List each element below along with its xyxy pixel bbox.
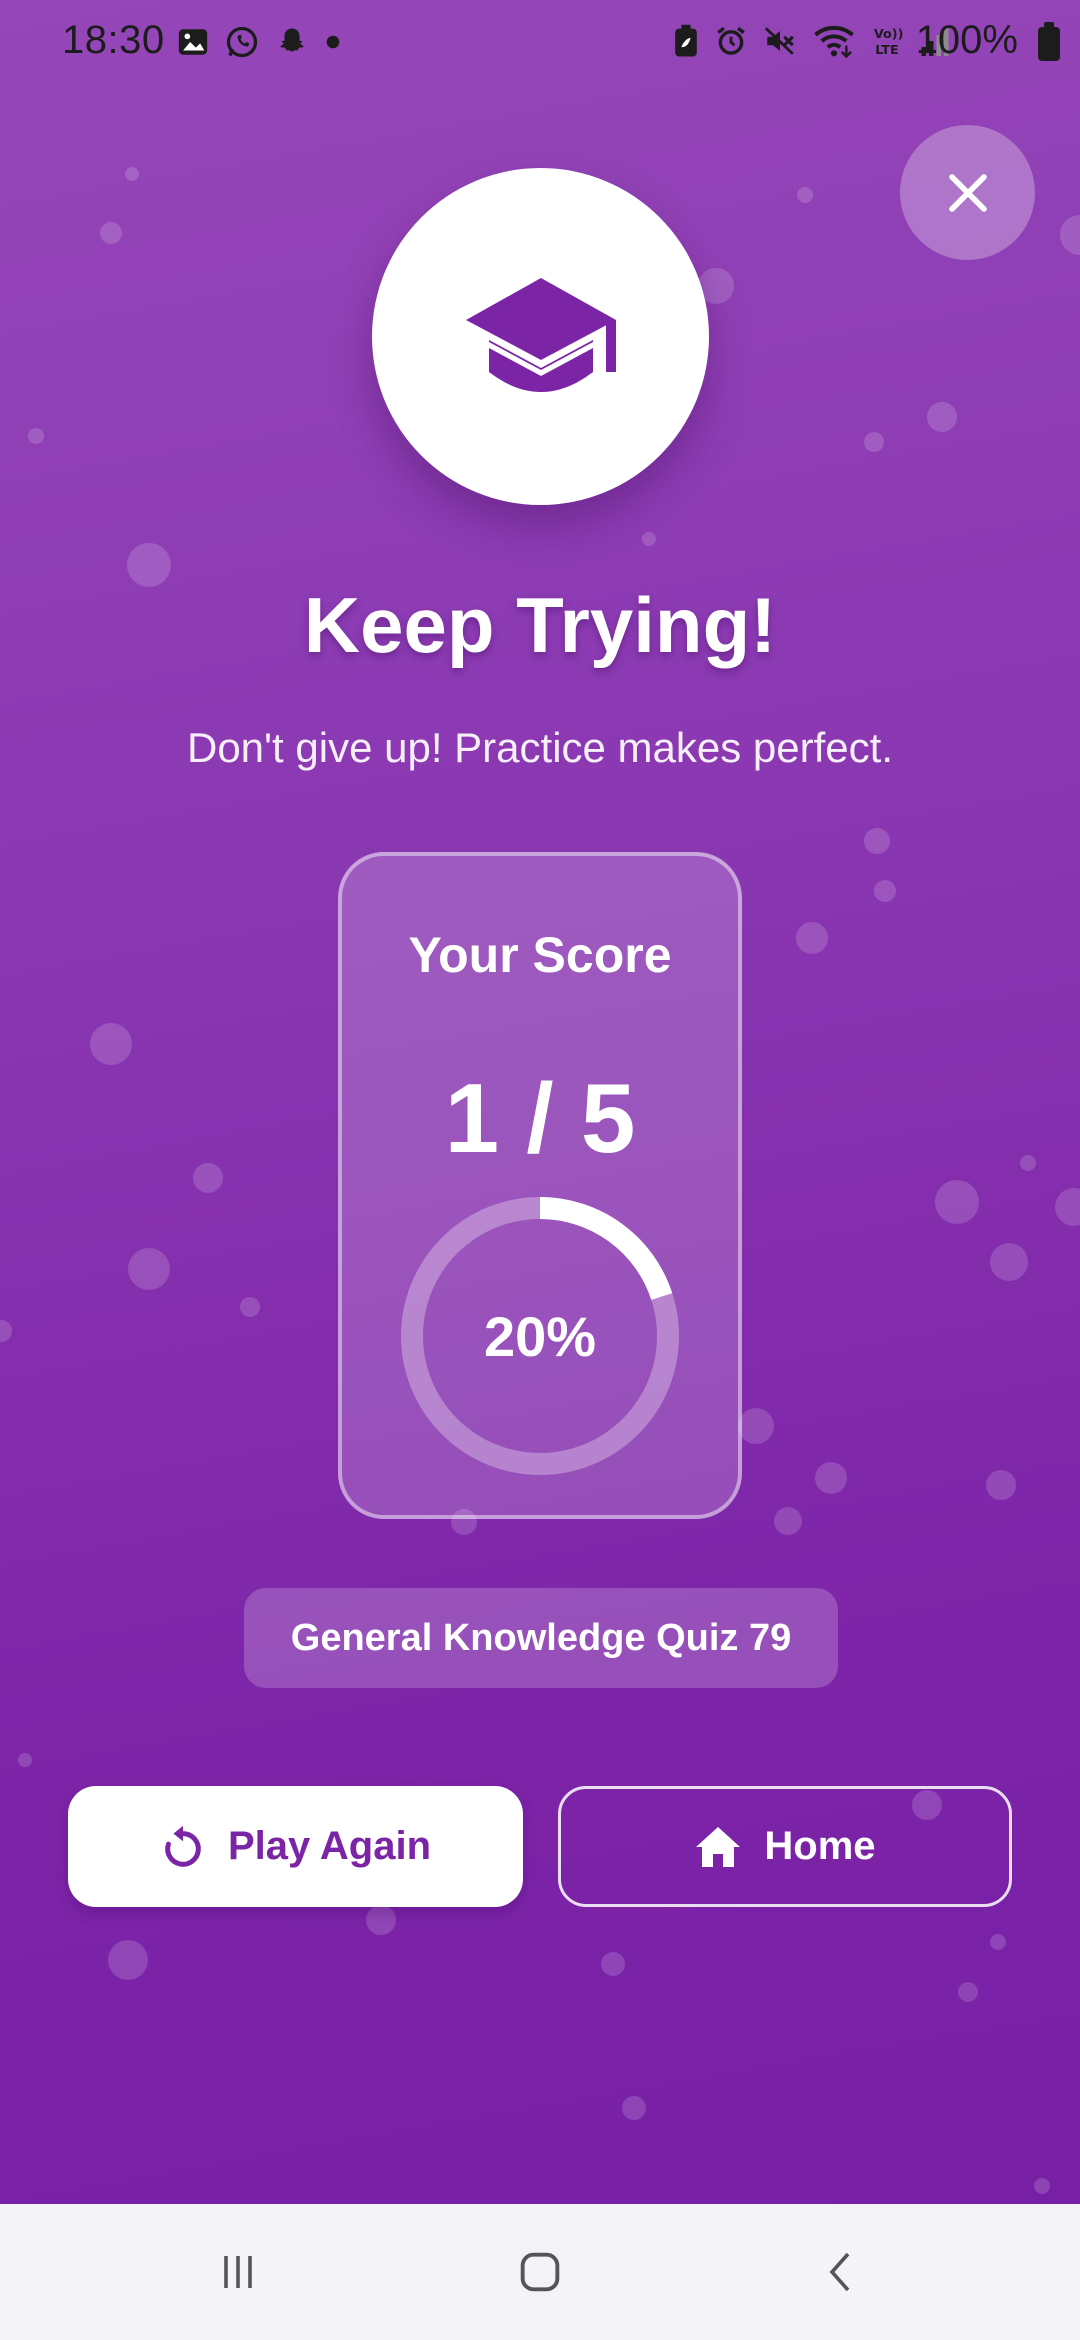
alarm-icon bbox=[717, 26, 745, 55]
home-icon bbox=[696, 1826, 741, 1867]
decor-bubble bbox=[864, 432, 884, 452]
score-percent: 20% bbox=[483, 1304, 597, 1368]
close-icon bbox=[948, 173, 987, 212]
recent-apps-button[interactable] bbox=[168, 2204, 308, 2340]
score-label: Your Score bbox=[408, 927, 672, 983]
score-card: Your Score 1 / 5 20% bbox=[338, 852, 742, 1519]
notification-icons bbox=[176, 24, 342, 60]
play-again-button[interactable]: Play Again bbox=[68, 1786, 523, 1907]
decor-bubble bbox=[622, 2096, 646, 2120]
quiz-name: General Knowledge Quiz 79 bbox=[290, 1616, 792, 1659]
system-icons: Vo)) LTE bbox=[672, 24, 950, 58]
status-bar: 18:30 Vo)) LTE 100% bbox=[0, 0, 1080, 90]
decor-bubble bbox=[990, 1243, 1028, 1281]
close-button[interactable] bbox=[900, 125, 1035, 260]
decor-bubble bbox=[815, 1462, 847, 1494]
volte-icon: Vo))LTE bbox=[874, 27, 904, 58]
decor-bubble bbox=[796, 922, 828, 954]
decor-bubble bbox=[125, 167, 139, 181]
result-icon-circle bbox=[372, 168, 709, 505]
decor-bubble bbox=[108, 1940, 148, 1980]
decor-bubble bbox=[1055, 1188, 1080, 1226]
decor-bubble bbox=[774, 1507, 802, 1535]
decor-bubble bbox=[240, 1297, 260, 1317]
decor-bubble bbox=[874, 880, 896, 902]
decor-bubble bbox=[986, 1470, 1016, 1500]
recent-apps-icon bbox=[224, 2256, 252, 2288]
replay-icon bbox=[165, 1825, 201, 1867]
back-button[interactable] bbox=[772, 2204, 912, 2340]
wifi-icon bbox=[814, 25, 854, 58]
decor-bubble bbox=[366, 1905, 396, 1935]
home-label: Home bbox=[764, 1824, 876, 1868]
home-button[interactable]: Home bbox=[558, 1786, 1012, 1907]
decor-bubble bbox=[1034, 2178, 1050, 2194]
home-nav-button[interactable] bbox=[470, 2204, 610, 2340]
status-time: 18:30 bbox=[62, 18, 165, 62]
decor-bubble bbox=[90, 1023, 132, 1065]
svg-text:Vo)): Vo)) bbox=[874, 27, 904, 42]
decor-bubble bbox=[0, 1320, 12, 1342]
decor-bubble bbox=[864, 828, 890, 854]
decor-bubble bbox=[18, 1753, 32, 1767]
decor-bubble bbox=[128, 1248, 170, 1290]
result-message: Don't give up! Practice makes perfect. bbox=[186, 724, 893, 771]
decor-bubble bbox=[601, 1952, 625, 1976]
battery-saver-icon bbox=[675, 24, 697, 57]
decor-bubble bbox=[193, 1163, 223, 1193]
decor-bubble bbox=[1020, 1155, 1036, 1171]
back-icon bbox=[829, 2252, 850, 2292]
decor-bubble bbox=[927, 402, 957, 432]
mute-icon bbox=[764, 27, 794, 55]
decor-bubble bbox=[100, 222, 122, 244]
decor-bubble bbox=[958, 1982, 978, 2002]
graduation-cap-icon bbox=[465, 277, 616, 392]
system-nav-bar bbox=[0, 2204, 1080, 2340]
battery-icon bbox=[1038, 22, 1060, 61]
quiz-name-chip: General Knowledge Quiz 79 bbox=[244, 1588, 838, 1688]
score-value: 1 / 5 bbox=[444, 1063, 636, 1173]
decor-bubble bbox=[738, 1408, 774, 1444]
decor-bubble bbox=[642, 532, 656, 546]
result-title: Keep Trying! bbox=[303, 581, 777, 669]
svg-text:LTE: LTE bbox=[875, 43, 898, 58]
decor-bubble bbox=[1060, 215, 1080, 255]
decor-bubble bbox=[935, 1180, 979, 1224]
gallery-icon bbox=[178, 29, 208, 55]
play-again-label: Play Again bbox=[227, 1824, 432, 1868]
decor-bubble bbox=[797, 187, 813, 203]
snapchat-icon bbox=[280, 28, 304, 52]
dot-icon bbox=[326, 35, 340, 49]
decor-bubble bbox=[990, 1934, 1006, 1950]
decor-bubble bbox=[28, 428, 44, 444]
battery-percent: 100% bbox=[915, 18, 1018, 62]
whatsapp-icon bbox=[226, 26, 258, 58]
home-nav-icon bbox=[520, 2252, 560, 2292]
quiz-result-screen: 18:30 Vo)) LTE 100% Keep Trying! Don't g… bbox=[0, 0, 1080, 2204]
